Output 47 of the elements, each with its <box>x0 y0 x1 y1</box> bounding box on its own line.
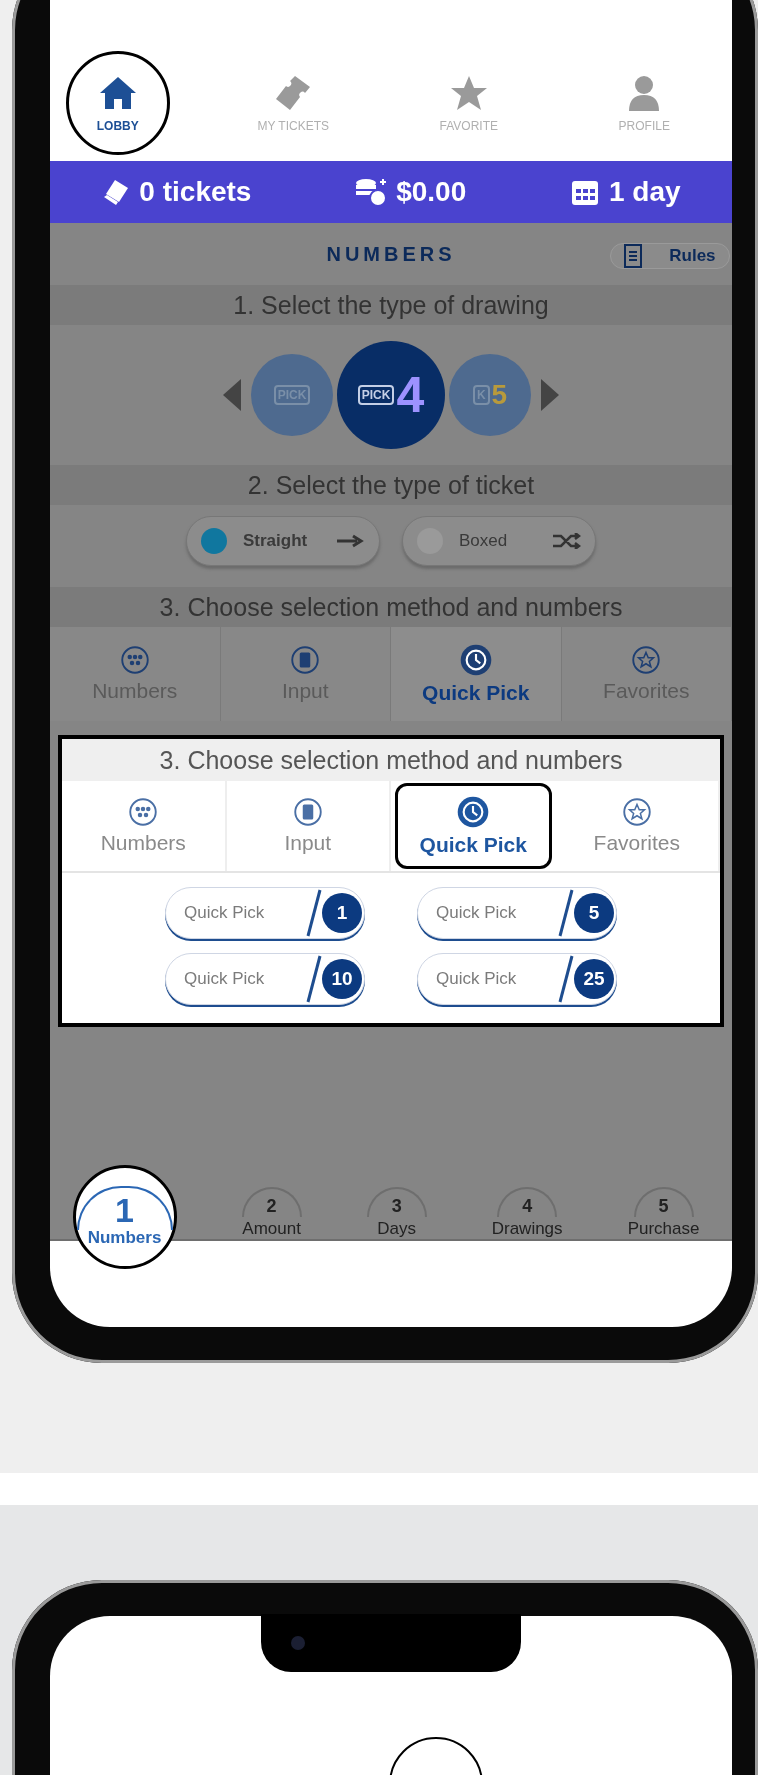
nav-tab[interactable]: LOBBY <box>65 51 170 155</box>
slash-icon <box>306 888 322 938</box>
summary-value: $0.00 <box>396 176 467 208</box>
rules-button[interactable]: Rules <box>610 243 730 269</box>
method-tab[interactable]: Quick Pick <box>391 627 562 721</box>
step-tab[interactable]: 4 Drawings <box>491 1187 563 1239</box>
page-title: NUMBERS <box>326 242 456 266</box>
section-heading: 2. Select the type of ticket <box>50 465 732 505</box>
nav-tab[interactable]: MY TICKETS <box>241 61 346 145</box>
nav-tab[interactable]: PROFILE <box>592 61 697 145</box>
section-heading: 3. Choose selection method and numbers <box>62 739 720 781</box>
method-tab[interactable]: Input <box>226 781 391 871</box>
game-number: 5 <box>491 379 508 411</box>
clock-icon <box>458 643 493 677</box>
quick-pick-button[interactable]: Quick Pick 10 <box>165 953 365 1005</box>
caret-left-icon[interactable] <box>221 379 243 411</box>
summary-value: 0 tickets <box>139 176 252 208</box>
method-tab[interactable]: Quick Pick <box>395 783 552 869</box>
caret-right-icon[interactable] <box>539 379 561 411</box>
quick-pick-button[interactable]: Quick Pick 25 <box>417 953 617 1005</box>
coins-icon <box>354 176 389 208</box>
slash-icon <box>558 888 574 938</box>
section-heading: 1. Select the type of drawing <box>50 285 732 325</box>
section-heading: 3. Choose selection method and numbers <box>50 587 732 627</box>
summary-value: 1 day <box>609 176 681 208</box>
dots-icon <box>128 797 159 827</box>
slash-icon <box>558 954 574 1004</box>
clock-icon <box>456 795 491 829</box>
method-tab[interactable]: Numbers <box>62 781 227 871</box>
quick-pick-button[interactable]: Quick Pick 1 <box>165 887 365 939</box>
ticket-type-button[interactable]: Boxed <box>402 516 596 566</box>
slash-icon <box>306 954 322 1004</box>
document-icon <box>624 244 643 268</box>
step-tab[interactable]: 5 Purchase <box>627 1187 700 1239</box>
nav-tab[interactable]: FAVORITE <box>416 61 521 145</box>
step-tab[interactable]: 1 Numbers <box>72 1165 177 1269</box>
shuffle-icon <box>553 533 581 549</box>
ticket-type-button[interactable]: Straight <box>186 516 380 566</box>
camera-icon <box>291 1636 305 1650</box>
clipboard-icon <box>292 797 323 827</box>
game-number: 4 <box>396 366 425 424</box>
dots-icon <box>119 645 150 675</box>
arrow-icon <box>337 534 365 548</box>
clipboard-icon <box>290 645 321 675</box>
quick-pick-button[interactable]: Quick Pick 5 <box>417 887 617 939</box>
game-label: PICK <box>357 385 395 405</box>
method-tab[interactable]: Favorites <box>555 781 720 871</box>
